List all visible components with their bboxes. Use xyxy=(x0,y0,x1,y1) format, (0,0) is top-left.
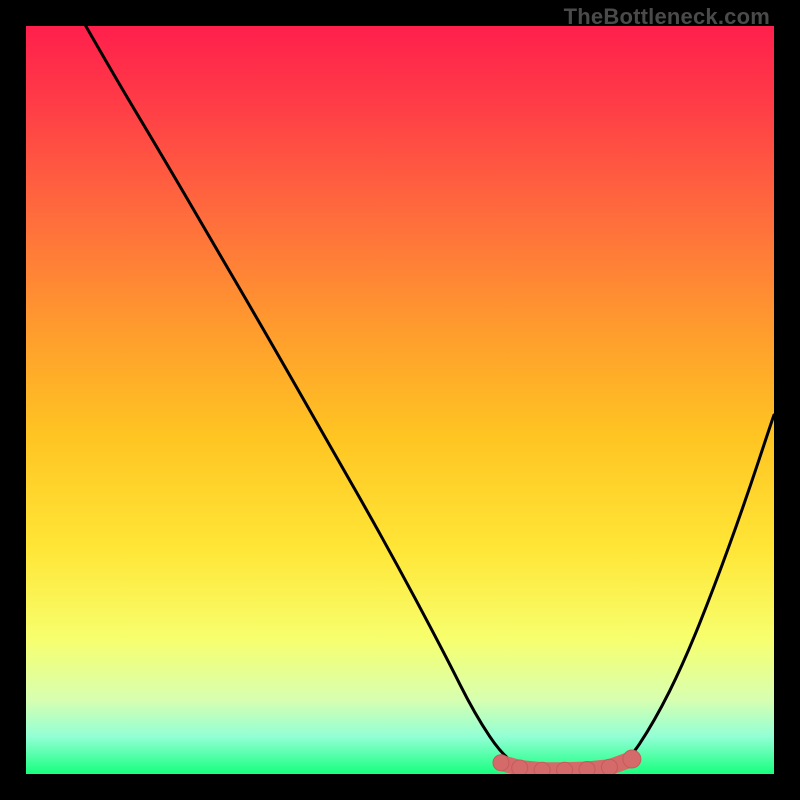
marker-dot xyxy=(512,760,528,774)
marker-dot xyxy=(601,759,617,774)
marker-dot xyxy=(493,755,509,771)
marker-dot xyxy=(557,762,573,774)
plot-area xyxy=(26,26,774,774)
bottleneck-curve xyxy=(86,26,774,774)
marker-dot xyxy=(623,750,641,768)
marker-dot xyxy=(579,762,595,774)
marker-dot xyxy=(534,762,550,774)
watermark-text: TheBottleneck.com xyxy=(564,4,770,30)
highlight-markers xyxy=(493,750,641,774)
chart-svg xyxy=(26,26,774,774)
chart-frame: TheBottleneck.com xyxy=(0,0,800,800)
